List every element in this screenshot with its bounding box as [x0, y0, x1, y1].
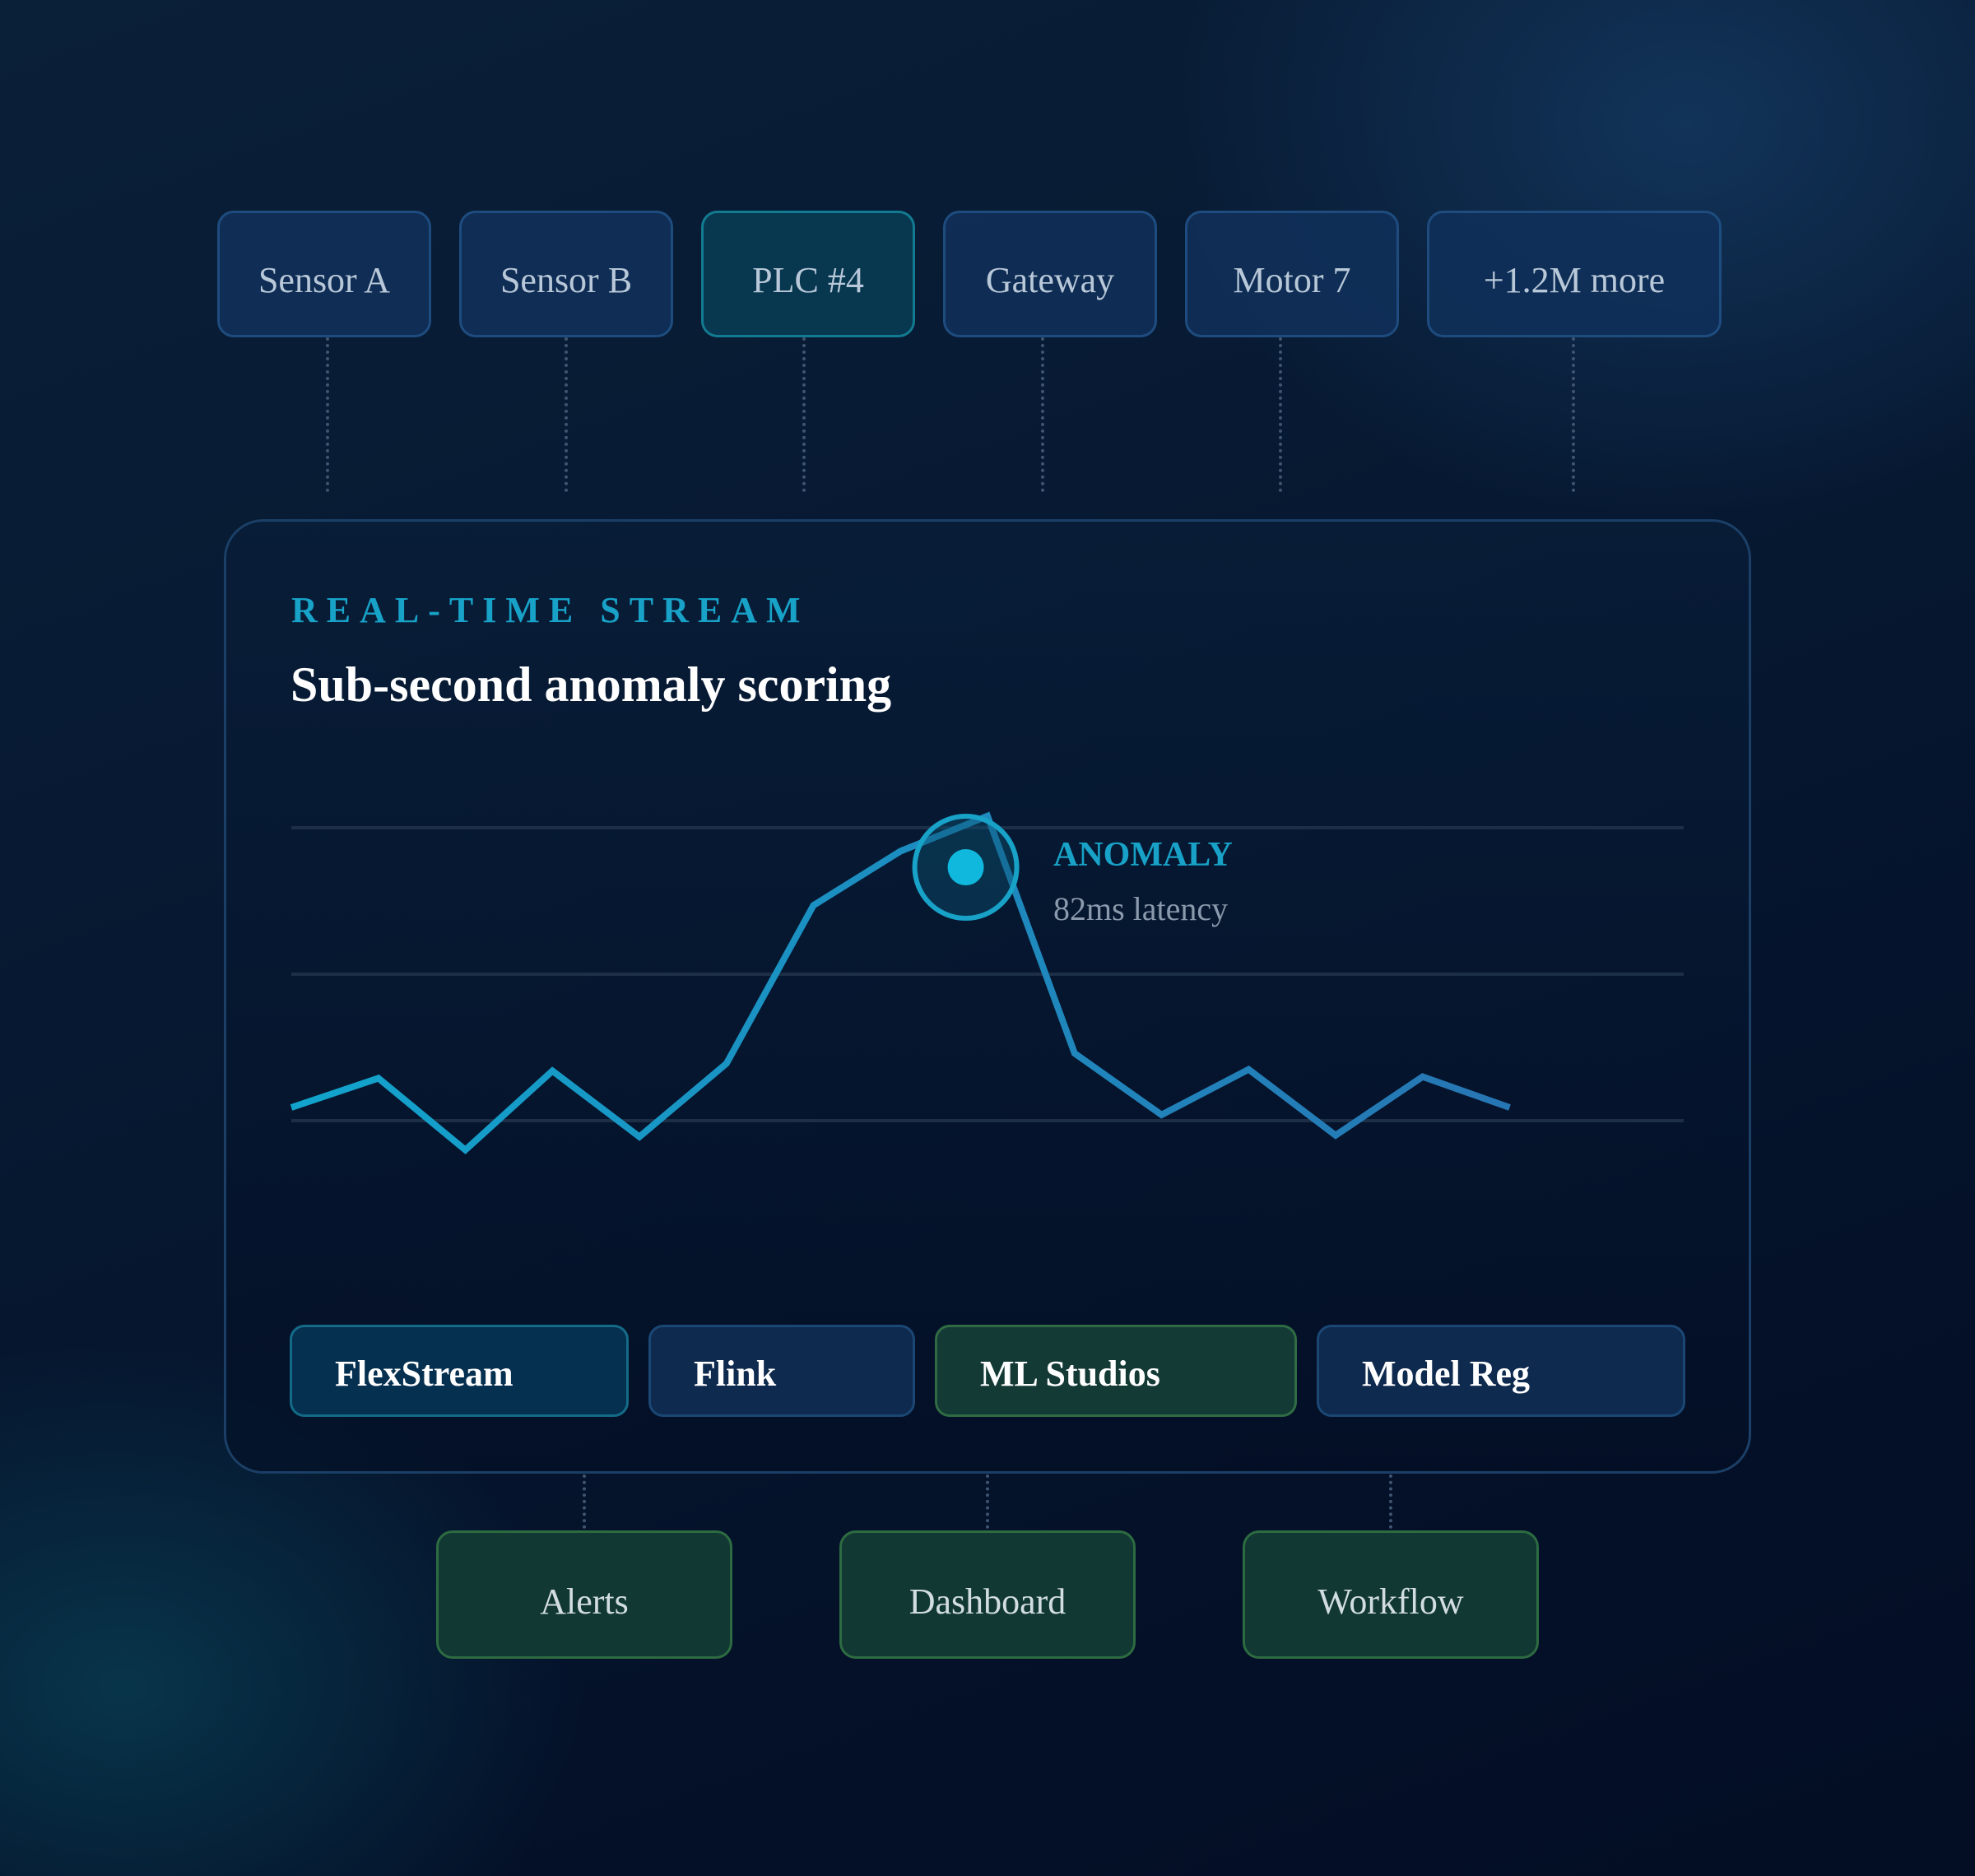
- tool-chip-flink[interactable]: Flink: [648, 1325, 915, 1417]
- anomaly-dot[interactable]: [947, 849, 984, 886]
- connector-line: [802, 337, 806, 492]
- panel-eyebrow: REAL-TIME STREAM: [291, 590, 810, 630]
- connector-line: [1041, 337, 1044, 492]
- tool-chip-label: Flink: [694, 1353, 777, 1394]
- tool-chip-flexstream[interactable]: FlexStream: [290, 1325, 629, 1417]
- anomaly-label: ANOMALY: [1053, 836, 1233, 874]
- output-chip-label: Dashboard: [908, 1581, 1066, 1622]
- tool-chip-ml-studios[interactable]: ML Studios: [935, 1325, 1297, 1417]
- tool-chip-label: FlexStream: [335, 1353, 514, 1394]
- source-chip-label: +1.2M more: [1483, 259, 1666, 300]
- anomaly-latency-text: 82ms latency: [1053, 890, 1228, 927]
- source-chip-label: Sensor B: [500, 259, 633, 300]
- source-chip-sensor-b[interactable]: Sensor B: [459, 211, 673, 337]
- output-chip-dashboard[interactable]: Dashboard: [839, 1530, 1136, 1659]
- source-chip-sensor-a[interactable]: Sensor A: [217, 211, 431, 337]
- source-chip-plc-4[interactable]: PLC #4: [701, 211, 915, 337]
- source-chip-label: Gateway: [985, 259, 1115, 300]
- source-chip-label: Sensor A: [258, 259, 391, 300]
- tool-chip-label: ML Studios: [980, 1353, 1160, 1394]
- connector-line: [326, 337, 329, 492]
- panel-headline: Sub-second anomaly scoring: [290, 657, 892, 712]
- source-chip-gateway[interactable]: Gateway: [943, 211, 1157, 337]
- output-chip-workflow[interactable]: Workflow: [1243, 1530, 1539, 1659]
- source-chip-label: PLC #4: [752, 259, 864, 300]
- source-chip-label: Motor 7: [1233, 259, 1351, 300]
- output-chip-label: Workflow: [1317, 1581, 1464, 1622]
- tool-chip-model-reg[interactable]: Model Reg: [1317, 1325, 1685, 1417]
- connector-line: [1279, 337, 1282, 492]
- connector-line: [565, 337, 568, 492]
- source-chip-motor-7[interactable]: Motor 7: [1185, 211, 1399, 337]
- source-chip-more[interactable]: +1.2M more: [1427, 211, 1722, 337]
- tool-chip-label: Model Reg: [1362, 1353, 1531, 1394]
- output-chip-label: Alerts: [540, 1581, 629, 1622]
- output-chip-alerts[interactable]: Alerts: [436, 1530, 732, 1659]
- connector-line: [1572, 337, 1575, 492]
